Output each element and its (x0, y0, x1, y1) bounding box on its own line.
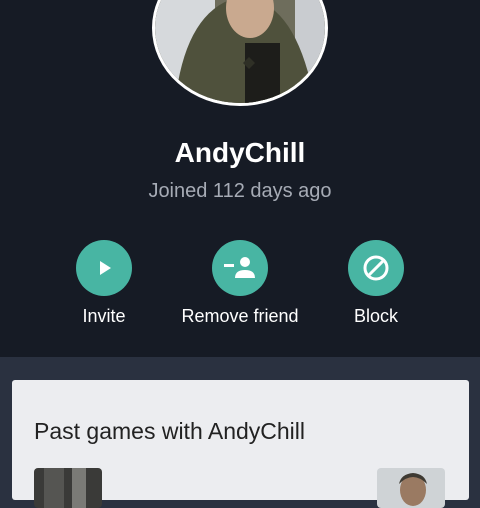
past-game-thumbnail[interactable] (34, 468, 102, 508)
past-games-title: Past games with AndyChill (34, 418, 306, 444)
profile-username: AndyChill (174, 137, 306, 168)
play-icon (100, 261, 111, 275)
remove-friend-button-circle[interactable] (212, 240, 268, 296)
past-game-avatar-thumbnail[interactable] (377, 468, 445, 508)
block-icon (363, 255, 389, 281)
past-games-card: Past games with AndyChill (12, 380, 469, 508)
remove-friend-icon (224, 257, 255, 278)
block-button-circle[interactable] (348, 240, 404, 296)
block-button[interactable]: Block (296, 240, 456, 327)
block-label: Block (353, 306, 398, 326)
profile-header: AndyChill Joined 112 days ago Invite Rem… (0, 0, 480, 357)
profile-avatar (152, 0, 328, 106)
invite-button-circle[interactable] (76, 240, 132, 296)
profile-joined-date: Joined 112 days ago (148, 180, 332, 202)
